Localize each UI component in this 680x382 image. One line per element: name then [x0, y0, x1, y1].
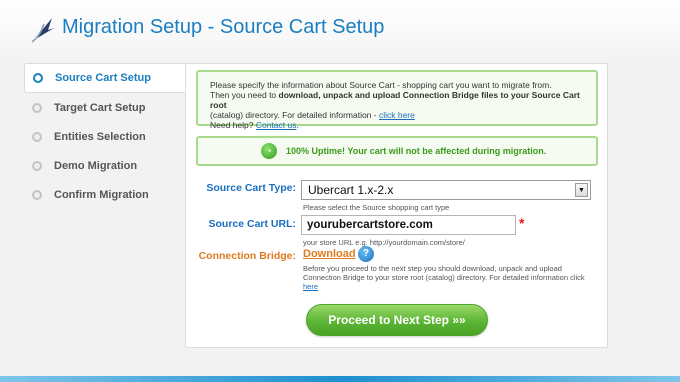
connection-bridge-label: Connection Bridge: [198, 250, 296, 262]
selected-value: Ubercart 1.x-2.x [308, 183, 394, 197]
step-label: Confirm Migration [54, 188, 149, 201]
step-entities-selection[interactable]: Entities Selection [24, 122, 186, 151]
source-cart-panel: Please specify the information about Sou… [185, 63, 608, 348]
step-indicator-icon [32, 131, 42, 142]
step-indicator-icon [33, 73, 43, 83]
proceed-next-step-button[interactable]: Proceed to Next Step »» [306, 304, 488, 336]
bottom-bar [0, 376, 680, 382]
info-text: Then you need to [210, 90, 279, 100]
info-text: (catalog) directory. For detailed inform… [210, 110, 379, 120]
info-box: Please specify the information about Sou… [196, 70, 598, 130]
step-indicator-icon [32, 189, 42, 200]
contact-us-link[interactable]: Contact us [256, 120, 297, 130]
uptime-banner: ◔ 100% Uptime! Your cart will not be aff… [196, 136, 598, 166]
source-cart-url-input[interactable] [301, 215, 516, 235]
migration-logo-icon [31, 18, 54, 43]
uptime-text: 100% Uptime! Your cart will not be affec… [286, 146, 547, 156]
here-link[interactable]: here [303, 282, 318, 291]
header: Migration Setup - Source Cart Setup [0, 0, 680, 58]
info-line: Please specify the information about Sou… [210, 80, 552, 90]
source-cart-type-label: Source Cart Type: [206, 182, 296, 194]
download-link[interactable]: Download [303, 248, 356, 260]
source-cart-type-hint: Please select the Source shopping cart t… [303, 203, 450, 212]
info-text: Need help? [210, 120, 256, 130]
info-line: Then you need to download, unpack and up… [210, 90, 596, 110]
step-demo-migration[interactable]: Demo Migration [24, 151, 186, 180]
connection-bridge-description: Before you proceed to the next step you … [303, 264, 593, 291]
click-here-link[interactable]: click here [379, 110, 415, 120]
info-text: . [296, 120, 299, 130]
page-title: Migration Setup - Source Cart Setup [62, 16, 385, 38]
source-cart-url-hint: your store URL e.g. http://yourdomain.co… [303, 238, 465, 247]
source-cart-type-select[interactable]: Ubercart 1.x-2.x ▼ [301, 180, 591, 200]
step-target-cart-setup[interactable]: Target Cart Setup [24, 93, 186, 122]
help-icon[interactable]: ? [358, 246, 374, 262]
info-line: (catalog) directory. For detailed inform… [210, 110, 596, 120]
step-label: Target Cart Setup [54, 101, 146, 114]
step-label: Entities Selection [54, 130, 146, 143]
step-indicator-icon [32, 102, 42, 113]
clock-icon: ◔ [261, 143, 277, 159]
source-cart-url-label: Source Cart URL: [208, 218, 296, 230]
required-mark: * [519, 215, 525, 231]
dropdown-arrow-icon[interactable]: ▼ [575, 183, 588, 197]
wizard-steps: Source Cart Setup Target Cart Setup Enti… [24, 63, 186, 209]
step-source-cart-setup[interactable]: Source Cart Setup [24, 63, 186, 93]
step-label: Source Cart Setup [55, 72, 151, 84]
step-confirm-migration[interactable]: Confirm Migration [24, 180, 186, 209]
step-label: Demo Migration [54, 159, 138, 172]
description-text: Before you proceed to the next step you … [303, 264, 585, 282]
step-indicator-icon [32, 160, 42, 171]
info-line: Need help? Contact us. [210, 120, 596, 130]
